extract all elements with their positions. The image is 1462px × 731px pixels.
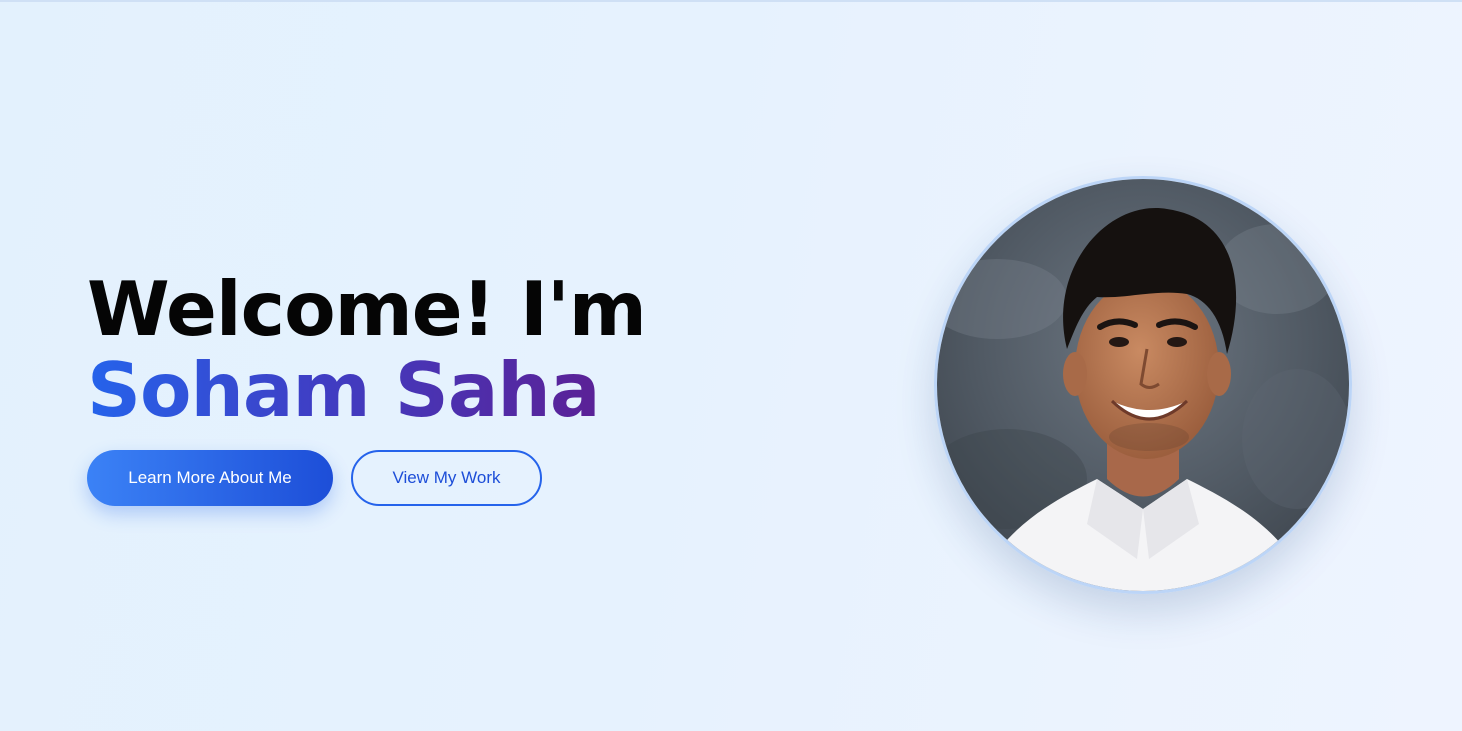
learn-more-button[interactable]: Learn More About Me <box>87 450 333 506</box>
profile-photo <box>934 176 1352 594</box>
view-work-button[interactable]: View My Work <box>351 450 542 506</box>
profile-photo-icon <box>937 179 1349 591</box>
top-border <box>0 0 1462 2</box>
cta-buttons: Learn More About Me View My Work <box>87 450 542 506</box>
hero-title: Welcome! I'm <box>87 265 647 353</box>
hero-name: Soham Saha <box>87 346 600 434</box>
hero-section: Welcome! I'm Soham Saha <box>87 265 647 434</box>
